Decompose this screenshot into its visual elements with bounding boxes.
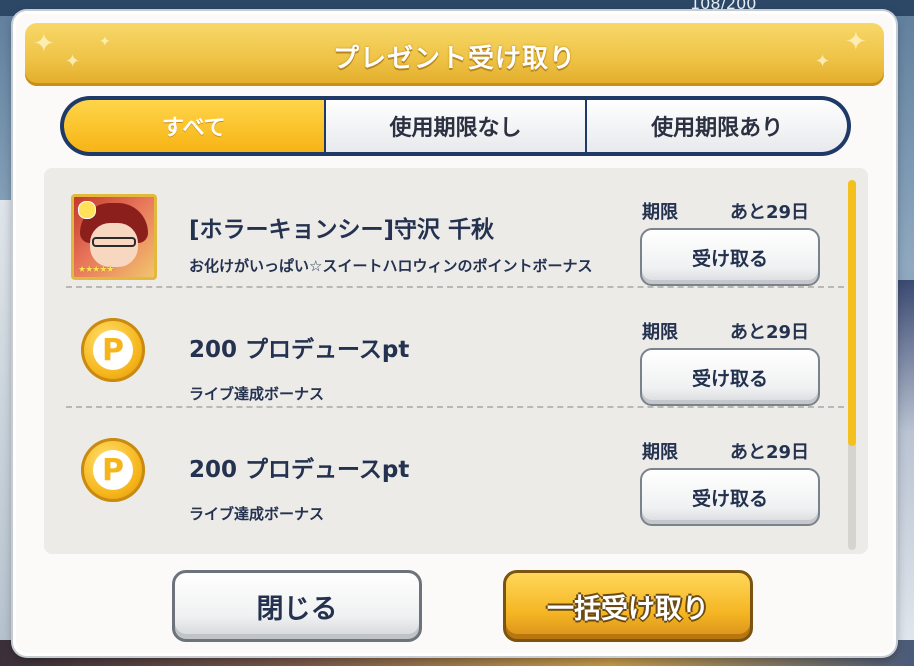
item-title: 200 プロデュースpt xyxy=(189,457,410,483)
close-button[interactable]: 閉じる xyxy=(172,570,422,642)
item-title: 200 プロデュースpt xyxy=(189,337,410,363)
receive-button[interactable]: 受け取る xyxy=(640,468,820,526)
item-description: ライブ達成ボーナス xyxy=(189,505,325,523)
filter-tabs: すべて 使用期限なし 使用期限あり xyxy=(60,96,851,156)
character-card-icon: ★★★★★ xyxy=(71,194,157,280)
limit-days: あと29日 xyxy=(730,322,810,343)
tab-all[interactable]: すべて xyxy=(64,100,324,152)
list-item: ★★★★★ [ホラーキョンシー]守沢 千秋 お化けがいっぱい☆スイートハロウィン… xyxy=(44,168,844,288)
list-item: P 200 プロデュースpt ライブ達成ボーナス 期限 あと29日 受け取る xyxy=(44,408,844,528)
limit-label: 期限 xyxy=(642,442,678,463)
limit-label: 期限 xyxy=(642,322,678,343)
present-dialog: ✦ ✦ ✦ ✦ ✦ プレゼント受け取り すべて 使用期限なし 使用期限あり ★★… xyxy=(13,11,896,656)
receive-button[interactable]: 受け取る xyxy=(640,228,820,286)
produce-point-coin-icon: P xyxy=(81,438,145,502)
receive-all-button[interactable]: 一括受け取り xyxy=(503,570,753,642)
dialog-title: プレゼント受け取り xyxy=(332,44,576,74)
dialog-title-bar: ✦ ✦ ✦ ✦ ✦ プレゼント受け取り xyxy=(25,23,884,86)
limit-days: あと29日 xyxy=(730,442,810,463)
list-item: P 200 プロデュースpt ライブ達成ボーナス 期限 あと29日 受け取る xyxy=(44,288,844,408)
tab-no-expiry[interactable]: 使用期限なし xyxy=(323,100,586,152)
tab-with-expiry[interactable]: 使用期限あり xyxy=(585,100,848,152)
receive-button[interactable]: 受け取る xyxy=(640,348,820,406)
item-description: お化けがいっぱい☆スイートハロウィンのポイントボーナス xyxy=(189,257,593,275)
list-scrollbar-thumb[interactable] xyxy=(848,180,856,446)
limit-label: 期限 xyxy=(642,202,678,223)
background-right-panel xyxy=(894,280,914,660)
produce-point-coin-icon: P xyxy=(81,318,145,382)
item-title: [ホラーキョンシー]守沢 千秋 xyxy=(189,217,495,243)
present-list: ★★★★★ [ホラーキョンシー]守沢 千秋 お化けがいっぱい☆スイートハロウィン… xyxy=(44,168,868,554)
limit-days: あと29日 xyxy=(730,202,810,223)
item-description: ライブ達成ボーナス xyxy=(189,385,325,403)
